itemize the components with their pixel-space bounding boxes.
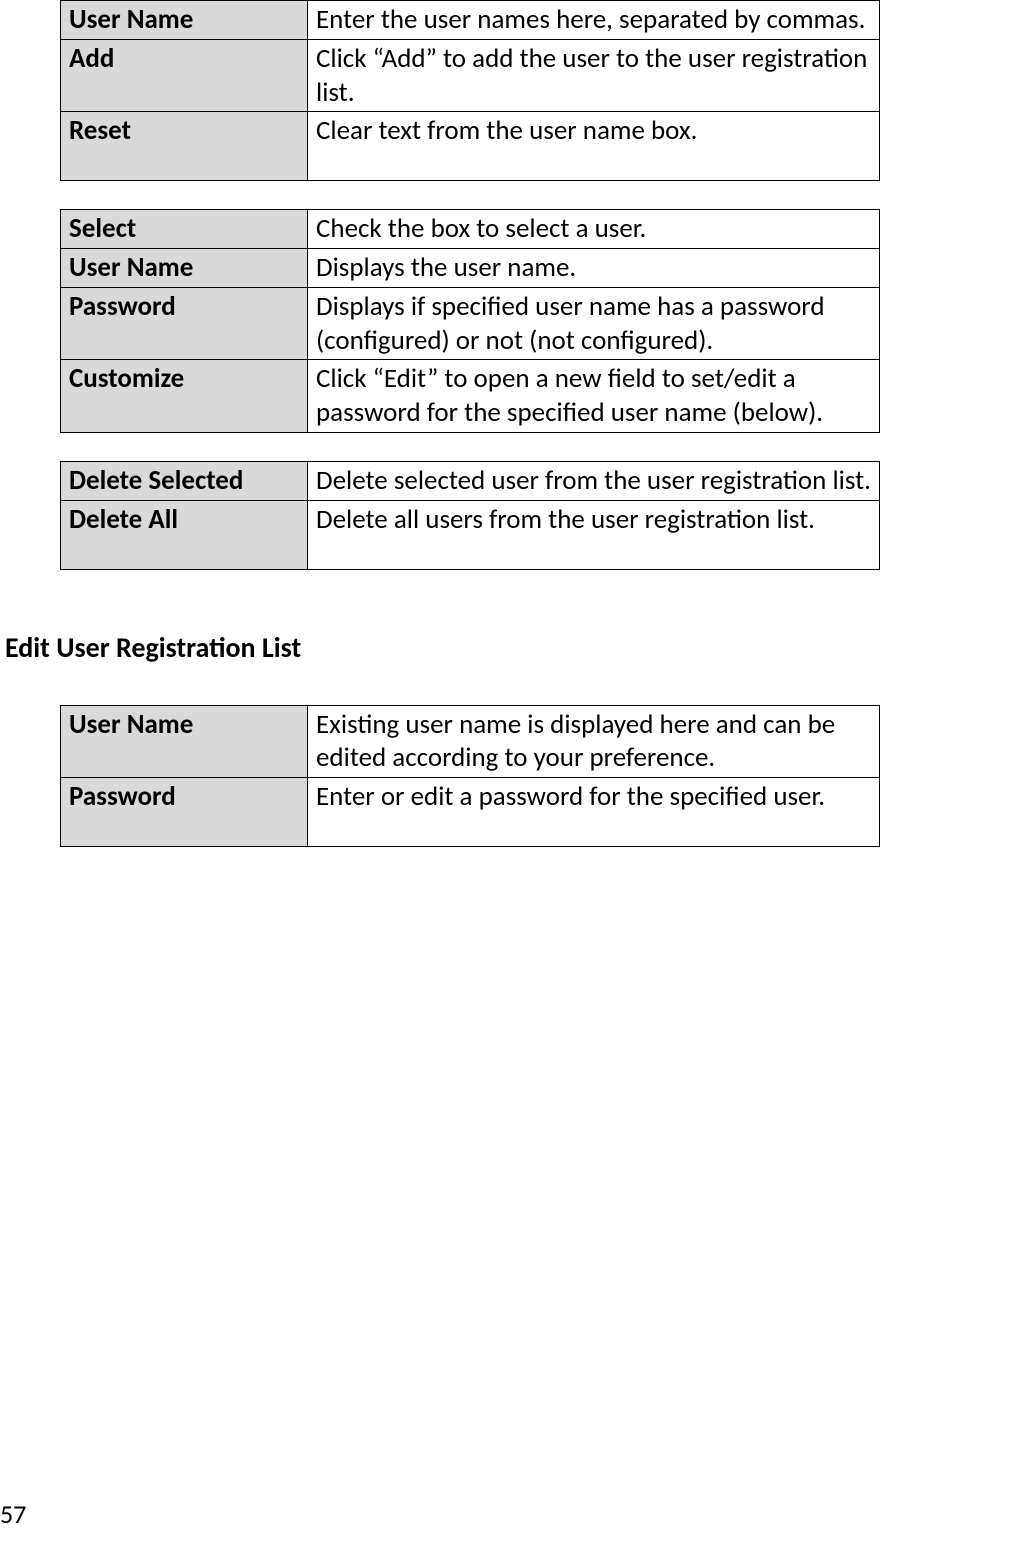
table-row: Select Check the box to select a user. xyxy=(61,210,880,249)
term-cell: Reset xyxy=(61,112,308,181)
section-heading: Edit User Registration List xyxy=(5,630,951,665)
table-row: Password Displays if specified user name… xyxy=(61,287,880,360)
definition-table-2: Select Check the box to select a user. U… xyxy=(60,209,951,433)
desc-cell: Enter the user names here, separated by … xyxy=(308,1,880,40)
term-cell: User Name xyxy=(61,705,308,778)
desc-cell: Displays if specified user name has a pa… xyxy=(308,287,880,360)
term-cell: Delete Selected xyxy=(61,461,308,500)
desc-cell: Existing user name is displayed here and… xyxy=(308,705,880,778)
term-cell: User Name xyxy=(61,249,308,288)
table-row: User Name Enter the user names here, sep… xyxy=(61,1,880,40)
term-cell: Password xyxy=(61,287,308,360)
term-cell: Add xyxy=(61,39,308,112)
table-row: User Name Existing user name is displaye… xyxy=(61,705,880,778)
desc-cell: Click “Add” to add the user to the user … xyxy=(308,39,880,112)
term-cell: User Name xyxy=(61,1,308,40)
table-row: User Name Displays the user name. xyxy=(61,249,880,288)
table-row: Add Click “Add” to add the user to the u… xyxy=(61,39,880,112)
table-row: Reset Clear text from the user name box. xyxy=(61,112,880,181)
term-cell: Delete All xyxy=(61,500,308,569)
desc-cell: Check the box to select a user. xyxy=(308,210,880,249)
desc-cell: Delete selected user from the user regis… xyxy=(308,461,880,500)
table-row: Password Enter or edit a password for th… xyxy=(61,778,880,847)
table-row: Delete Selected Delete selected user fro… xyxy=(61,461,880,500)
desc-cell: Click “Edit” to open a new field to set/… xyxy=(308,360,880,433)
desc-cell: Clear text from the user name box. xyxy=(308,112,880,181)
desc-cell: Delete all users from the user registrat… xyxy=(308,500,880,569)
table-row: Delete All Delete all users from the use… xyxy=(61,500,880,569)
desc-cell: Displays the user name. xyxy=(308,249,880,288)
table-row: Customize Click “Edit” to open a new fie… xyxy=(61,360,880,433)
definition-table-1: User Name Enter the user names here, sep… xyxy=(60,0,951,181)
desc-cell: Enter or edit a password for the specifi… xyxy=(308,778,880,847)
definition-table-4: User Name Existing user name is displaye… xyxy=(60,705,951,848)
page-number: 57 xyxy=(0,1498,26,1530)
definition-table-3: Delete Selected Delete selected user fro… xyxy=(60,461,951,570)
term-cell: Password xyxy=(61,778,308,847)
term-cell: Select xyxy=(61,210,308,249)
term-cell: Customize xyxy=(61,360,308,433)
